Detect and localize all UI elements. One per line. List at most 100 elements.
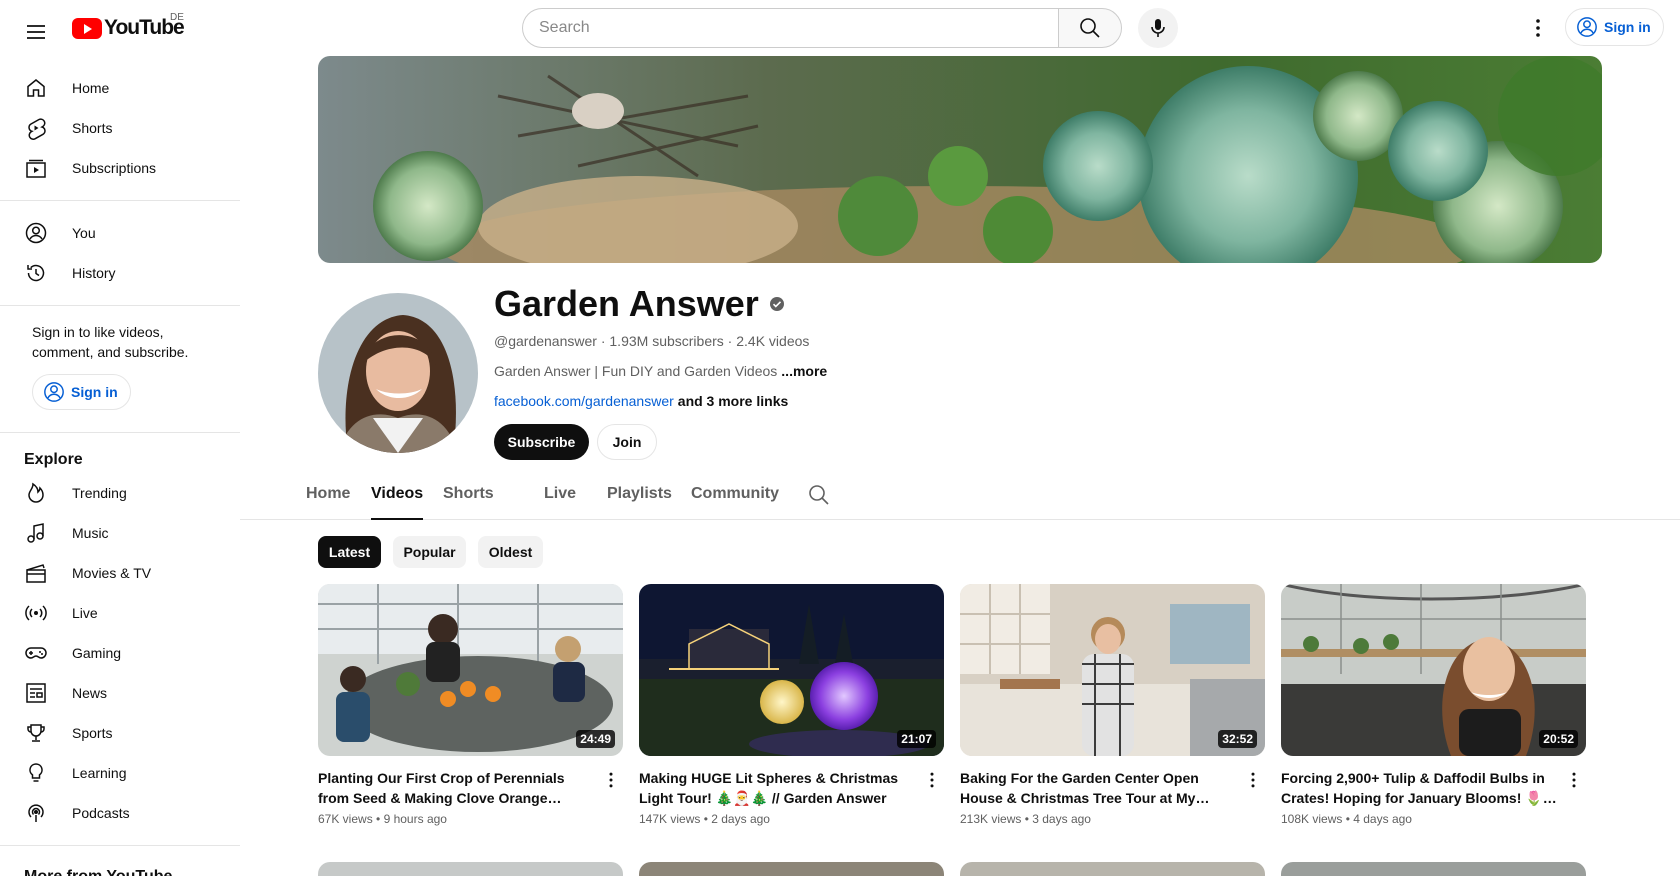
trophy-icon: [27, 724, 45, 742]
signin-prompt: Sign in to like videos, comment, and sub…: [32, 324, 189, 360]
search-button[interactable]: [1058, 8, 1122, 48]
home-icon: [27, 79, 45, 97]
description-text: Garden Answer | Fun DIY and Garden Video…: [494, 363, 778, 379]
video-thumbnail-partial[interactable]: [1281, 862, 1586, 876]
video-title[interactable]: Baking For the Garden Center Open House …: [960, 768, 1236, 808]
meta-separator: ·: [727, 333, 737, 349]
sidebar-item-trending[interactable]: Trending: [12, 473, 228, 513]
video-menu-button[interactable]: [1241, 768, 1265, 792]
join-button[interactable]: Join: [597, 424, 657, 460]
sidebar-item-label: Podcasts: [72, 805, 130, 821]
chip-popular[interactable]: Popular: [393, 536, 466, 568]
video-card[interactable]: 24:49 Planting Our First Crop of Perenni…: [318, 584, 623, 826]
verified-badge-icon: [769, 297, 784, 311]
video-meta: 213K views • 3 days ago: [960, 812, 1091, 826]
video-menu-button[interactable]: [599, 768, 623, 792]
live-icon: [25, 605, 47, 621]
sidebar-item-you[interactable]: You: [12, 213, 228, 253]
video-card[interactable]: 20:52 Forcing 2,900+ Tulip & Daffodil Bu…: [1281, 584, 1586, 826]
video-duration: 24:49: [576, 730, 615, 748]
facebook-link[interactable]: facebook.com/gardenanswer: [494, 393, 674, 409]
subscribe-button[interactable]: Subscribe: [494, 424, 589, 460]
microphone-icon: [1151, 19, 1165, 37]
sidebar-item-live[interactable]: Live: [12, 593, 228, 633]
sidebar-item-sports[interactable]: Sports: [12, 713, 228, 753]
guide-menu-button[interactable]: [16, 12, 56, 52]
sidebar-item-news[interactable]: News: [12, 673, 228, 713]
video-title[interactable]: Planting Our First Crop of Perennials fr…: [318, 768, 594, 808]
chip-latest[interactable]: Latest: [318, 536, 381, 568]
sidebar-signin-section: Sign in to like videos, comment, and sub…: [0, 306, 240, 433]
sidebar-item-label: Music: [72, 525, 109, 541]
settings-menu-button[interactable]: [1518, 8, 1558, 48]
tab-videos[interactable]: Videos: [371, 485, 424, 520]
search-box: [522, 8, 1122, 48]
video-card[interactable]: 21:07 Making HUGE Lit Spheres & Christma…: [639, 584, 944, 826]
video-views: 147K views: [639, 812, 701, 826]
news-icon: [26, 683, 46, 703]
video-thumbnail-partial[interactable]: [318, 862, 623, 876]
tab-live[interactable]: Live: [544, 485, 576, 520]
more-vert-icon: [1572, 772, 1576, 788]
video-thumbnail[interactable]: 24:49: [318, 584, 623, 756]
sidebar-item-gaming[interactable]: Gaming: [12, 633, 228, 673]
video-card[interactable]: 32:52 Baking For the Garden Center Open …: [960, 584, 1265, 826]
youtube-logo[interactable]: YouTube: [72, 16, 185, 40]
region-code: DE: [170, 12, 184, 23]
sidebar-item-history[interactable]: History: [12, 253, 228, 293]
signin-button[interactable]: Sign in: [1565, 8, 1664, 46]
video-views: 108K views: [1281, 812, 1343, 826]
sidebar-item-podcasts[interactable]: Podcasts: [12, 793, 228, 833]
video-menu-button[interactable]: [920, 768, 944, 792]
sidebar-item-shorts[interactable]: Shorts: [12, 108, 228, 148]
sidebar-item-home[interactable]: Home: [12, 68, 228, 108]
tab-home[interactable]: Home: [306, 485, 350, 520]
video-thumbnail[interactable]: 32:52: [960, 584, 1265, 756]
video-thumbnail[interactable]: 21:07: [639, 584, 944, 756]
signin-label: Sign in: [1604, 19, 1651, 35]
sidebar-item-movies[interactable]: Movies & TV: [12, 553, 228, 593]
chip-oldest[interactable]: Oldest: [478, 536, 543, 568]
description-more-link[interactable]: ...more: [781, 363, 827, 379]
video-thumbnail-partial[interactable]: [639, 862, 944, 876]
more-vert-icon: [930, 772, 934, 788]
tab-community[interactable]: Community: [691, 485, 779, 520]
more-vert-icon: [1536, 19, 1540, 37]
video-age: 4 days ago: [1353, 812, 1412, 826]
voice-search-button[interactable]: [1138, 8, 1178, 48]
music-icon: [27, 523, 44, 543]
tab-shorts[interactable]: Shorts: [443, 485, 494, 520]
video-title[interactable]: Forcing 2,900+ Tulip & Daffodil Bulbs in…: [1281, 768, 1557, 808]
sidebar-item-subscriptions[interactable]: Subscriptions: [12, 148, 228, 188]
more-from-youtube-heading: More from YouTube: [0, 846, 240, 876]
channel-name: Garden Answer: [494, 283, 785, 325]
sidebar-item-label: Shorts: [72, 120, 113, 136]
sidebar-item-label: Movies & TV: [72, 565, 152, 581]
channel-links: facebook.com/gardenanswer and 3 more link…: [494, 393, 788, 409]
more-links-link[interactable]: and 3 more links: [678, 393, 788, 409]
channel-avatar[interactable]: [318, 293, 478, 453]
signin-label: Sign in: [71, 384, 118, 400]
sidebar-item-label: Subscriptions: [72, 160, 157, 176]
search-icon: [1080, 18, 1100, 38]
sidebar-signin-button[interactable]: Sign in: [32, 374, 131, 410]
video-meta: 67K views • 9 hours ago: [318, 812, 447, 826]
tab-playlists[interactable]: Playlists: [607, 485, 672, 520]
video-menu-button[interactable]: [1562, 768, 1586, 792]
youtube-play-icon: [72, 17, 102, 39]
search-input[interactable]: [522, 8, 1058, 48]
video-title[interactable]: Making HUGE Lit Spheres & Christmas Ligh…: [639, 768, 915, 808]
sidebar-explore-section: Explore Trending Music Movies & TV Live …: [0, 433, 240, 846]
video-age: 3 days ago: [1032, 812, 1091, 826]
sidebar-item-music[interactable]: Music: [12, 513, 228, 553]
video-thumbnail-partial[interactable]: [960, 862, 1265, 876]
movies-icon: [26, 564, 46, 583]
video-thumbnail[interactable]: 20:52: [1281, 584, 1586, 756]
video-duration: 20:52: [1539, 730, 1578, 748]
more-vert-icon: [1251, 772, 1255, 788]
channel-search-icon[interactable]: [807, 483, 831, 507]
sidebar-item-learning[interactable]: Learning: [12, 753, 228, 793]
channel-description[interactable]: Garden Answer | Fun DIY and Garden Video…: [494, 363, 827, 379]
lightbulb-icon: [29, 763, 43, 782]
sidebar-item-label: Live: [72, 605, 98, 621]
